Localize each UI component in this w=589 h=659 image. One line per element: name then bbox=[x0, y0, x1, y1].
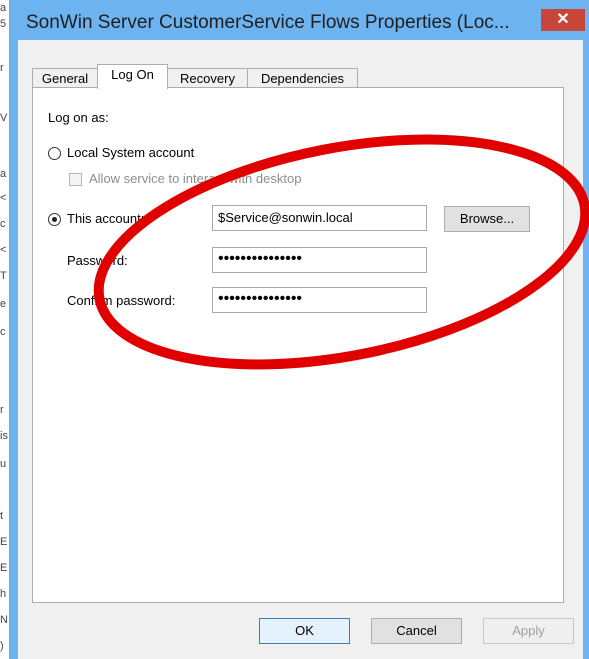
local-system-label[interactable]: Local System account bbox=[67, 145, 194, 160]
this-account-label[interactable]: This account: bbox=[67, 211, 144, 226]
password-label: Password: bbox=[67, 253, 128, 268]
tab-dependencies[interactable]: Dependencies bbox=[247, 68, 358, 87]
background-text: < bbox=[0, 244, 7, 256]
local-system-radio[interactable] bbox=[48, 147, 61, 160]
properties-dialog: SonWin Server CustomerService Flows Prop… bbox=[10, 0, 589, 659]
background-text: V bbox=[0, 112, 8, 124]
confirm-password-input[interactable]: ••••••••••••••• bbox=[212, 287, 427, 313]
log-on-panel: Log on as: Local System account Allow se… bbox=[32, 87, 564, 603]
browse-button[interactable]: Browse... bbox=[444, 206, 530, 232]
background-text: t bbox=[0, 510, 4, 522]
title-bar[interactable]: SonWin Server CustomerService Flows Prop… bbox=[10, 0, 589, 40]
ok-button[interactable]: OK bbox=[259, 618, 350, 644]
background-text: < bbox=[0, 192, 7, 204]
confirm-password-label: Confirm password: bbox=[67, 293, 176, 308]
this-account-radio[interactable] bbox=[48, 213, 61, 226]
close-icon: ✕ bbox=[556, 11, 570, 28]
tab-general[interactable]: General bbox=[32, 68, 98, 87]
background-text: e bbox=[0, 298, 7, 310]
background-text: N bbox=[0, 614, 8, 626]
window-title: SonWin Server CustomerService Flows Prop… bbox=[26, 12, 510, 33]
background-text: ) bbox=[0, 640, 4, 652]
background-text: 5 bbox=[0, 18, 7, 30]
background-text: is bbox=[0, 430, 8, 442]
tab-log-on[interactable]: Log On bbox=[97, 64, 168, 89]
log-on-as-label: Log on as: bbox=[48, 110, 109, 125]
background-text: h bbox=[0, 588, 7, 600]
background-text: E bbox=[0, 536, 8, 548]
background-text: a bbox=[0, 168, 7, 180]
close-button[interactable]: ✕ bbox=[541, 9, 585, 31]
background-text: r bbox=[0, 404, 4, 416]
apply-button[interactable]: Apply bbox=[483, 618, 574, 644]
background-text: c bbox=[0, 218, 6, 230]
background-text: u bbox=[0, 458, 7, 470]
tab-recovery[interactable]: Recovery bbox=[167, 68, 248, 87]
background-text: T bbox=[0, 270, 7, 282]
allow-interact-checkbox[interactable] bbox=[69, 173, 82, 186]
cancel-button[interactable]: Cancel bbox=[371, 618, 462, 644]
background-text: E bbox=[0, 562, 8, 574]
allow-interact-label: Allow service to interact with desktop bbox=[89, 171, 302, 186]
background-text: r bbox=[0, 62, 4, 74]
account-input[interactable]: $Service@sonwin.local bbox=[212, 205, 427, 231]
dialog-client-area: General Log On Recovery Dependencies Log… bbox=[18, 40, 583, 659]
background-text: c bbox=[0, 326, 6, 338]
password-input[interactable]: ••••••••••••••• bbox=[212, 247, 427, 273]
background-text: a bbox=[0, 2, 7, 14]
